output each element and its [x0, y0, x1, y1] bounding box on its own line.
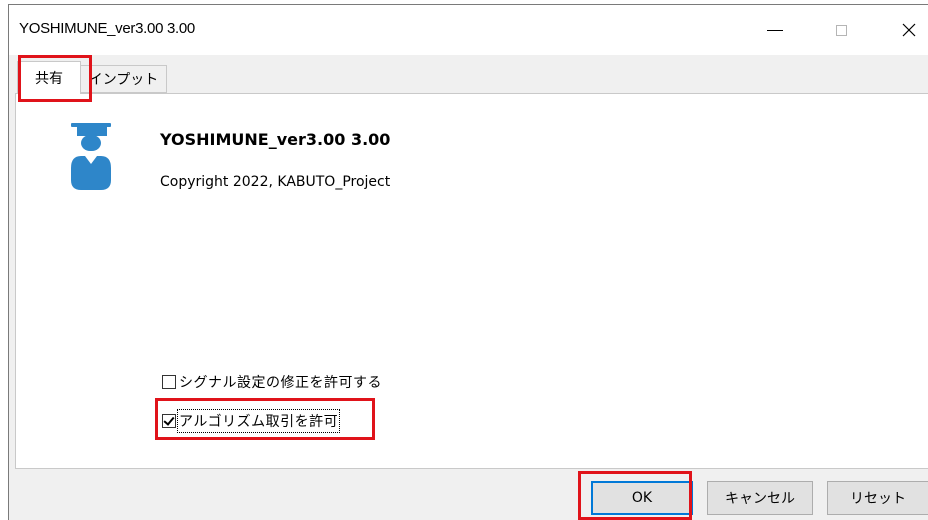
minimize-button[interactable] [747, 5, 803, 55]
app-name: YOSHIMUNE_ver3.00 3.00 [160, 130, 391, 149]
reset-button[interactable]: リセット [827, 481, 928, 515]
graduate-icon [71, 123, 111, 190]
title-bar[interactable]: YOSHIMUNE_ver3.00 3.00 [9, 5, 928, 55]
dialog-window: YOSHIMUNE_ver3.00 3.00 共有 インプット YOSHIMUN… [8, 4, 928, 520]
allow-signal-edit-checkbox[interactable] [162, 375, 176, 389]
allow-signal-edit-label[interactable]: シグナル設定の修正を許可する [179, 372, 382, 392]
tab-common[interactable]: 共有 [17, 61, 81, 94]
tab-panel: YOSHIMUNE_ver3.00 3.00 Copyright 2022, K… [15, 93, 928, 469]
minimize-icon [767, 29, 783, 31]
maximize-icon [835, 24, 847, 36]
allow-algo-trading-option[interactable]: アルゴリズム取引を許可 [162, 409, 341, 433]
ok-button[interactable]: OK [591, 481, 693, 515]
allow-algo-trading-checkbox[interactable] [162, 414, 176, 428]
maximize-button[interactable] [813, 5, 869, 55]
tab-strip: 共有 インプット [9, 55, 928, 94]
allow-signal-edit-option[interactable]: シグナル設定の修正を許可する [162, 372, 382, 392]
window-title: YOSHIMUNE_ver3.00 3.00 [19, 20, 195, 37]
close-icon [902, 23, 916, 37]
close-button[interactable] [881, 5, 928, 55]
tab-input[interactable]: インプット [81, 65, 167, 93]
cancel-button[interactable]: キャンセル [707, 481, 813, 515]
copyright-text: Copyright 2022, KABUTO_Project [160, 174, 391, 190]
allow-algo-trading-label[interactable]: アルゴリズム取引を許可 [176, 409, 341, 433]
